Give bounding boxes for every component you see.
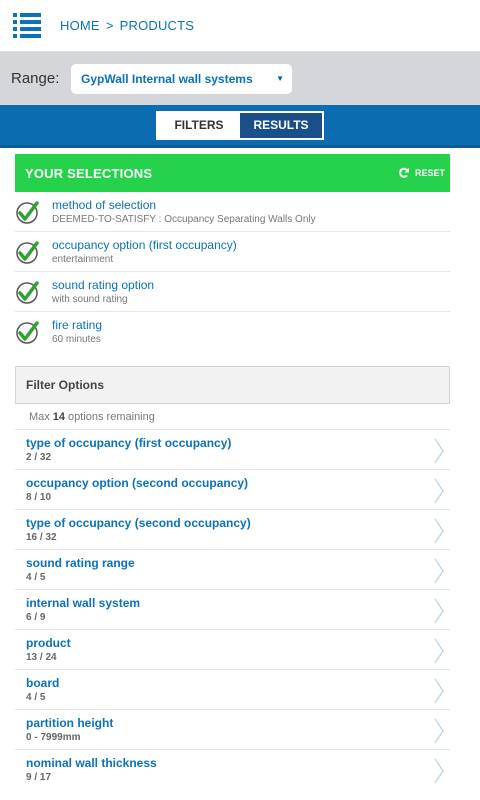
filter-option-name: occupancy option (second occupancy) bbox=[26, 476, 249, 490]
remaining-count: 14 bbox=[52, 410, 66, 423]
selection-name[interactable]: sound rating option bbox=[52, 278, 154, 293]
filter-option-count: 9 / 17 bbox=[26, 772, 52, 783]
selection-value: entertainment bbox=[52, 254, 114, 265]
your-selections-header: YOUR SELECTIONS RESET bbox=[15, 154, 450, 192]
top-nav-bar: HOME > PRODUCTS bbox=[0, 0, 480, 52]
chevron-right-icon bbox=[434, 638, 444, 664]
reset-label: RESET bbox=[414, 168, 445, 178]
filter-option[interactable]: product 13 / 24 bbox=[15, 629, 450, 669]
chevron-right-icon bbox=[434, 558, 444, 584]
filter-option[interactable]: sound rating range 4 / 5 bbox=[15, 549, 450, 589]
remaining-prefix: Max bbox=[29, 410, 50, 423]
selection-item: sound rating option with sound rating bbox=[15, 272, 450, 312]
filter-option[interactable]: type of occupancy (first occupancy) 2 / … bbox=[15, 429, 450, 469]
filter-option[interactable]: internal wall system 6 / 9 bbox=[15, 589, 450, 629]
filter-option-count: 16 / 32 bbox=[26, 532, 57, 543]
selection-value: DEEMED-TO-SATISFY : Occupancy Separating… bbox=[52, 214, 316, 225]
filter-options-header: Filter Options bbox=[15, 366, 450, 404]
chevron-right-icon bbox=[434, 598, 444, 624]
filter-option[interactable]: type of occupancy (second occupancy) 16 … bbox=[15, 509, 450, 549]
filter-option-name: product bbox=[26, 636, 71, 650]
selection-value: with sound rating bbox=[52, 294, 128, 305]
chevron-down-icon: ▼ bbox=[276, 73, 284, 83]
selection-name[interactable]: fire rating bbox=[52, 318, 102, 333]
filter-option[interactable]: board 4 / 5 bbox=[15, 669, 450, 709]
breadcrumb-home-link[interactable]: HOME bbox=[60, 18, 100, 33]
remaining-suffix: options remaining bbox=[68, 410, 155, 423]
refresh-icon bbox=[399, 167, 409, 178]
chevron-right-icon bbox=[434, 718, 444, 744]
options-remaining: Max 14 options remaining bbox=[15, 404, 450, 429]
filter-option-count: 6 / 9 bbox=[26, 612, 46, 623]
filter-option-count: 2 / 32 bbox=[26, 452, 52, 463]
filter-option-count: 4 / 5 bbox=[26, 692, 46, 703]
breadcrumb-separator: > bbox=[105, 18, 114, 33]
selection-item: fire rating 60 minutes bbox=[15, 312, 450, 352]
filter-option-name: nominal wall thickness bbox=[26, 756, 157, 770]
filter-option-name: partition height bbox=[26, 716, 114, 730]
filter-option-name: internal wall system bbox=[26, 596, 141, 610]
chevron-right-icon bbox=[434, 758, 444, 784]
checkmark-icon bbox=[16, 281, 39, 304]
range-label: Range: bbox=[11, 70, 60, 87]
range-bar: Range: GypWall Internal wall systems ▼ bbox=[0, 52, 480, 105]
selection-item: method of selection DEEMED-TO-SATISFY : … bbox=[15, 192, 450, 232]
filter-option-list: type of occupancy (first occupancy) 2 / … bbox=[15, 429, 450, 789]
checkmark-icon bbox=[16, 321, 39, 344]
filter-option[interactable]: partition height 0 - 7999mm bbox=[15, 709, 450, 749]
range-select[interactable]: GypWall Internal wall systems ▼ bbox=[71, 63, 292, 94]
checkmark-icon bbox=[16, 241, 39, 264]
tab-filters[interactable]: FILTERS bbox=[158, 112, 240, 138]
filter-option-name: sound rating range bbox=[26, 556, 135, 570]
filter-option-name: type of occupancy (first occupancy) bbox=[26, 436, 232, 450]
selection-list: method of selection DEEMED-TO-SATISFY : … bbox=[15, 192, 450, 352]
filter-option[interactable]: occupancy option (second occupancy) 8 / … bbox=[15, 469, 450, 509]
range-selected-value: GypWall Internal wall systems bbox=[81, 71, 253, 86]
breadcrumb: HOME > PRODUCTS bbox=[60, 18, 194, 33]
chevron-right-icon bbox=[434, 478, 444, 504]
main-panel: YOUR SELECTIONS RESET method of selectio… bbox=[15, 154, 450, 789]
filter-option-count: 0 - 7999mm bbox=[26, 732, 81, 743]
your-selections-title: YOUR SELECTIONS bbox=[25, 165, 153, 181]
selection-item: occupancy option (first occupancy) enter… bbox=[15, 232, 450, 272]
chevron-right-icon bbox=[434, 438, 444, 464]
reset-button[interactable]: RESET bbox=[398, 167, 445, 179]
filter-option-name: board bbox=[26, 676, 60, 690]
filter-option[interactable]: nominal wall thickness 9 / 17 bbox=[15, 749, 450, 789]
selection-name[interactable]: occupancy option (first occupancy) bbox=[52, 238, 237, 253]
selection-name[interactable]: method of selection bbox=[52, 198, 316, 213]
selection-value: 60 minutes bbox=[52, 334, 101, 345]
tab-results[interactable]: RESULTS bbox=[240, 112, 322, 138]
hamburger-list-icon[interactable] bbox=[13, 12, 41, 39]
filter-option-count: 8 / 10 bbox=[26, 492, 52, 503]
filter-option-count: 13 / 24 bbox=[26, 652, 57, 663]
filter-option-name: type of occupancy (second occupancy) bbox=[26, 516, 251, 530]
checkmark-icon bbox=[16, 201, 39, 224]
tab-group: FILTERS RESULTS bbox=[156, 110, 324, 140]
chevron-right-icon bbox=[434, 678, 444, 704]
chevron-right-icon bbox=[434, 518, 444, 544]
breadcrumb-products[interactable]: PRODUCTS bbox=[120, 18, 195, 33]
filter-option-count: 4 / 5 bbox=[26, 572, 46, 583]
tab-bar: FILTERS RESULTS bbox=[0, 105, 480, 148]
